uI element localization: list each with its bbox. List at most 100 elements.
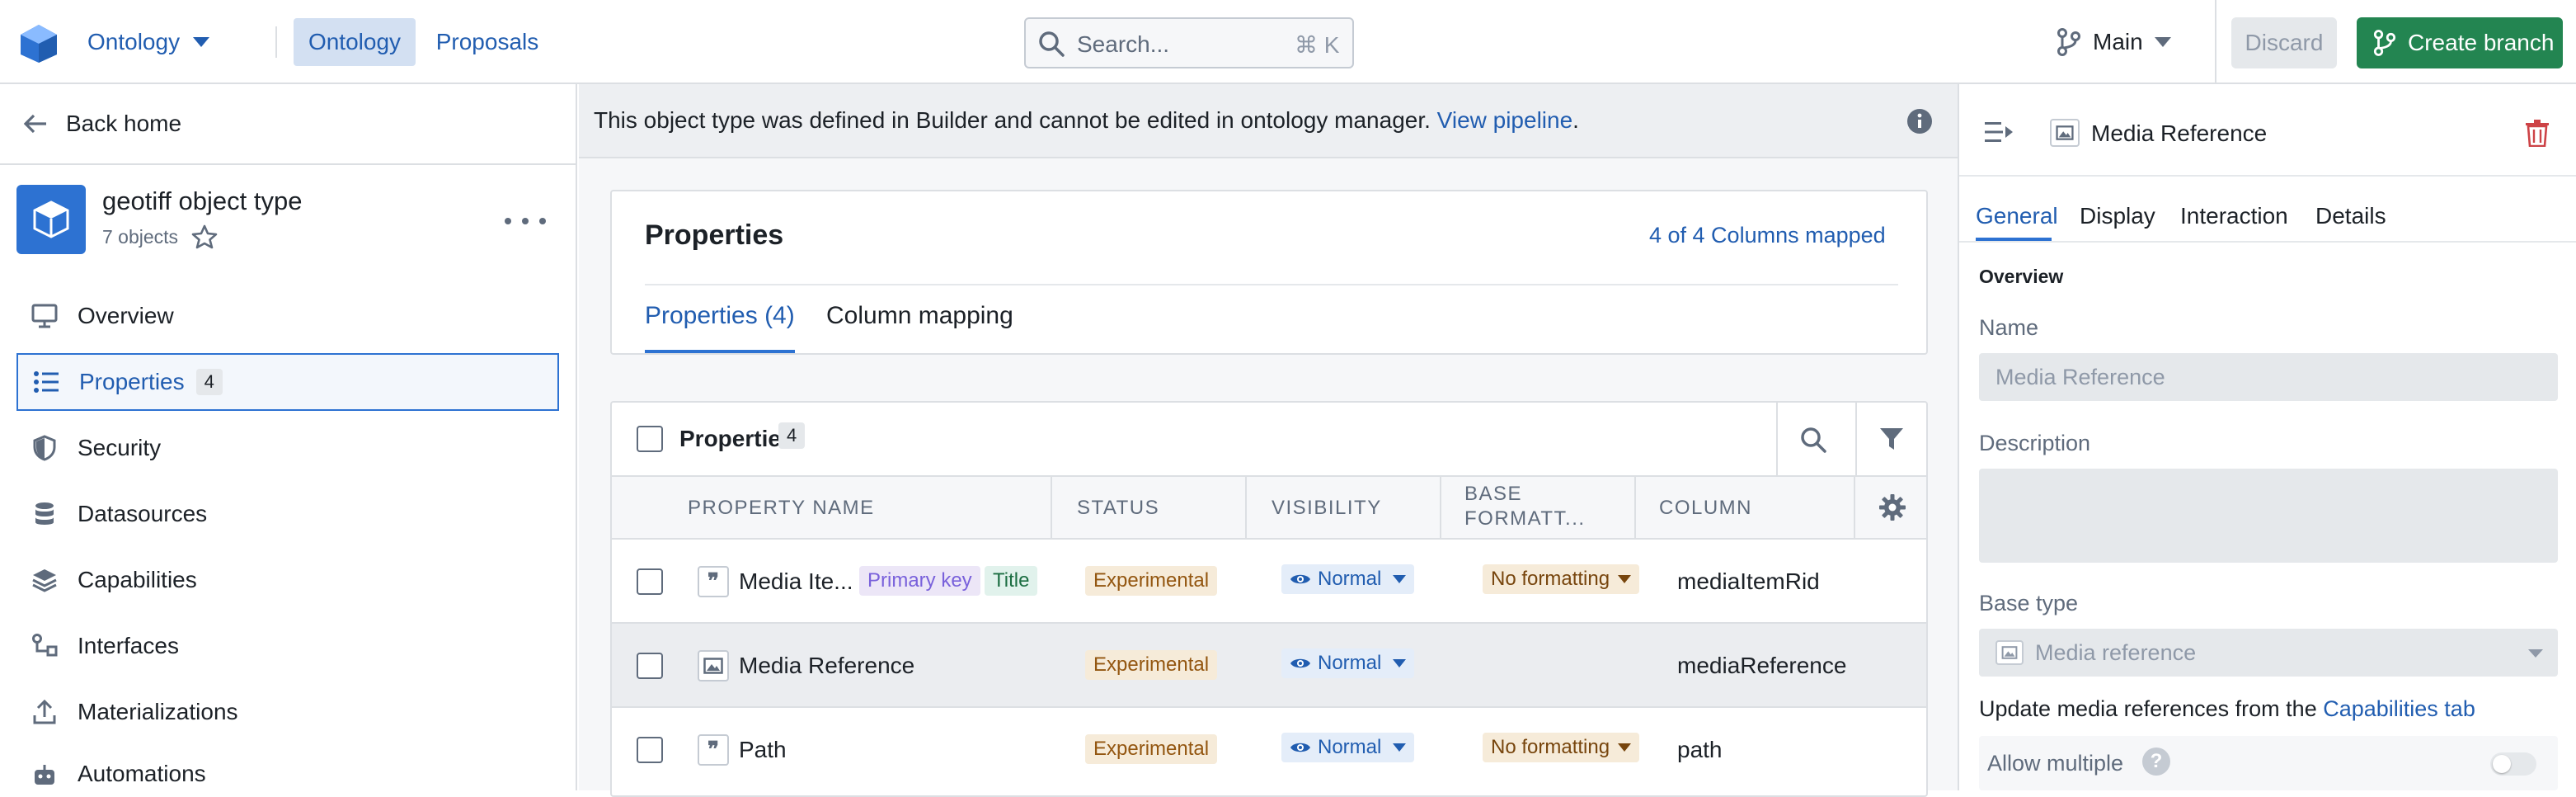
tab-proposals[interactable]: Proposals [429, 18, 546, 66]
back-home-link[interactable]: Back home [0, 84, 576, 165]
interface-icon [30, 631, 59, 661]
caret-down-icon [1393, 659, 1407, 667]
allow-multiple-label: Allow multiple [1987, 751, 2124, 776]
search-shortcut: ⌘ K [1295, 32, 1340, 58]
sidebar-item-datasources[interactable]: Datasources [16, 485, 559, 543]
filter-icon[interactable] [1878, 426, 1905, 452]
tab-general[interactable]: General [1976, 203, 2058, 229]
table-row[interactable]: Media Reference Experimental Normal medi… [612, 624, 1926, 708]
image-icon [2050, 119, 2080, 147]
header-status[interactable]: STATUS [1077, 497, 1159, 520]
panel-title: Media Reference [2091, 120, 2268, 146]
shield-icon [30, 433, 59, 463]
info-banner: This object type was defined in Builder … [579, 84, 1958, 158]
search-icon[interactable] [1799, 426, 1827, 454]
formatting-dropdown[interactable]: No formatting [1483, 564, 1640, 594]
row-checkbox[interactable] [637, 737, 663, 763]
select-all-checkbox[interactable] [637, 426, 663, 452]
table-header-row: PROPERTY NAME STATUS VISIBILITY BASE FOR… [612, 477, 1926, 540]
caret-down-icon [2154, 37, 2171, 47]
table-row[interactable]: ❞ Media Ite... Primary key Title Experim… [612, 540, 1926, 624]
tab-details[interactable]: Details [2315, 203, 2386, 229]
sidebar-item-security[interactable]: Security [16, 419, 559, 477]
tab-column-mapping[interactable]: Column mapping [826, 302, 1013, 330]
desktop-icon [30, 301, 59, 331]
database-icon [30, 499, 59, 529]
sidebar-item-label: Datasources [78, 501, 208, 526]
caret-down-icon [193, 37, 210, 47]
caret-down-icon [1393, 743, 1407, 752]
formatting-label: No formatting [1491, 736, 1610, 758]
search-icon [1039, 31, 1065, 57]
status-badge: Experimental [1085, 650, 1218, 680]
row-checkbox[interactable] [637, 568, 663, 595]
columns-mapped-link[interactable]: 4 of 4 Columns mapped [1649, 223, 1886, 248]
trash-icon[interactable] [2525, 119, 2550, 147]
create-branch-button[interactable]: Create branch [2357, 17, 2563, 68]
allow-multiple-toggle[interactable] [2490, 752, 2536, 776]
divider [1855, 403, 1857, 477]
header-column[interactable]: COLUMN [1659, 497, 1752, 520]
branch-selector[interactable]: Main [2057, 18, 2188, 66]
sidebar-item-interfaces[interactable]: Interfaces [16, 617, 559, 675]
image-icon [1995, 640, 2024, 665]
view-pipeline-link[interactable]: View pipeline [1437, 107, 1573, 134]
collapse-panel-icon[interactable] [1984, 120, 2014, 144]
header-property-name[interactable]: PROPERTY NAME [688, 497, 875, 520]
header-visibility[interactable]: VISIBILITY [1272, 497, 1382, 520]
primary-key-tag: Primary key [859, 566, 980, 596]
property-name: Path [739, 737, 787, 762]
more-options-icon[interactable] [505, 208, 546, 234]
discard-button[interactable]: Discard [2231, 17, 2337, 68]
help-icon[interactable]: ? [2142, 747, 2170, 776]
banner-period: . [1572, 107, 1579, 133]
description-label: Description [1979, 431, 2091, 455]
sidebar-item-properties[interactable]: Properties 4 [16, 353, 559, 411]
star-icon[interactable] [191, 224, 218, 250]
properties-table: Properties 4 PROPERTY NAME STATUS VISIBI… [610, 401, 1928, 797]
table-row[interactable]: ❞ Path Experimental Normal No formatting… [612, 708, 1926, 792]
divider [1959, 175, 2576, 177]
base-type-select[interactable]: Media reference [1979, 629, 2558, 677]
sidebar-item-label: Capabilities [78, 567, 197, 592]
app-logo-icon[interactable] [18, 23, 59, 64]
properties-card: Properties 4 of 4 Columns mapped Propert… [610, 190, 1928, 355]
table-title: Properties [679, 426, 794, 451]
visibility-dropdown[interactable]: Normal [1281, 733, 1415, 762]
gear-icon[interactable] [1878, 493, 1906, 521]
list-icon [31, 367, 61, 397]
banner-text: This object type was defined in Builder … [594, 107, 1431, 133]
properties-card-title: Properties [645, 219, 784, 251]
sidebar-item-materializations[interactable]: Materializations [16, 683, 559, 741]
description-input[interactable] [1979, 469, 2558, 563]
robot-icon [30, 761, 59, 790]
sidebar-item-overview[interactable]: Overview [16, 287, 559, 345]
tab-ontology[interactable]: Ontology [294, 18, 416, 66]
create-branch-label: Create branch [2408, 30, 2555, 55]
info-icon[interactable] [1906, 108, 1933, 134]
base-type-value: Media reference [2035, 639, 2197, 665]
capabilities-tab-link[interactable]: Capabilities tab [2323, 696, 2475, 721]
row-checkbox[interactable] [637, 653, 663, 679]
git-branch-icon [2057, 28, 2080, 56]
divider [645, 284, 1898, 285]
column-value: mediaReference [1677, 653, 1847, 678]
tab-interaction[interactable]: Interaction [2180, 203, 2288, 229]
column-value: mediaItemRid [1677, 568, 1820, 594]
sidebar-item-automations[interactable]: Automations [16, 749, 559, 790]
visibility-label: Normal [1318, 652, 1382, 674]
tab-properties[interactable]: Properties (4) [645, 302, 795, 353]
visibility-dropdown[interactable]: Normal [1281, 648, 1415, 678]
sidebar: Back home geotiff object type 7 objects … [0, 84, 577, 790]
visibility-dropdown[interactable]: Normal [1281, 564, 1415, 594]
search-input[interactable]: Search... ⌘ K [1024, 17, 1354, 68]
name-input[interactable]: Media Reference [1979, 353, 2558, 401]
formatting-dropdown[interactable]: No formatting [1483, 733, 1640, 762]
app-menu-button[interactable]: Ontology [87, 0, 210, 84]
image-icon [698, 650, 729, 681]
header-base-formatting[interactable]: BASE FORMATT... [1464, 482, 1588, 531]
divider [1959, 241, 2576, 243]
sidebar-item-capabilities[interactable]: Capabilities [16, 551, 559, 609]
table-count-badge: 4 [778, 422, 806, 449]
tab-display[interactable]: Display [2080, 203, 2155, 229]
